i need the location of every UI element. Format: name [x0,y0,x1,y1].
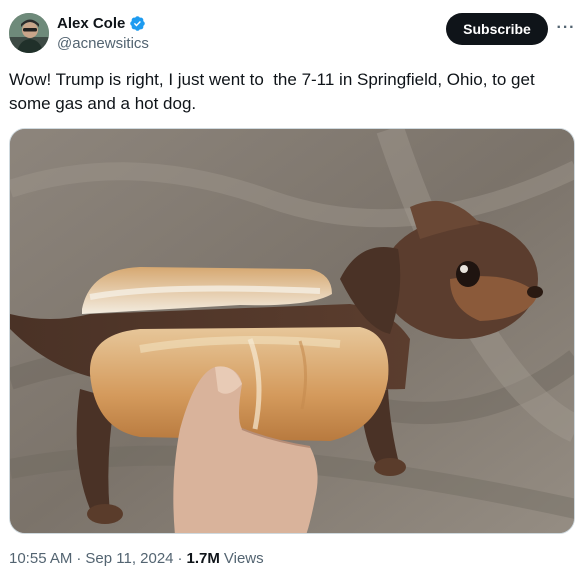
hotdog-dog-photo [10,129,574,533]
tweet-card: Alex Cole @acnewsitics Subscribe ··· Wow… [0,0,587,574]
avatar[interactable] [9,13,49,53]
subscribe-button[interactable]: Subscribe [446,13,548,45]
tweet-meta: 10:55 AM · Sep 11, 2024 · 1.7M Views [9,550,264,567]
tweet-time[interactable]: 10:55 AM [9,550,72,567]
author-name-row[interactable]: Alex Cole [57,13,146,33]
author-handle[interactable]: @acnewsitics [57,35,149,52]
display-name[interactable]: Alex Cole [57,15,125,32]
views-label: Views [223,550,264,567]
meta-separator: · [76,550,82,567]
tweet-photo[interactable] [9,128,575,534]
views-count: 1.7M [186,550,220,567]
tweet-date[interactable]: Sep 11, 2024 [85,550,173,567]
meta-separator: · [177,550,183,567]
verified-badge-icon [129,15,146,32]
tweet-text: Wow! Trump is right, I just went to the … [9,70,540,113]
avatar-image [9,13,49,53]
more-options-icon[interactable]: ··· [556,18,576,38]
